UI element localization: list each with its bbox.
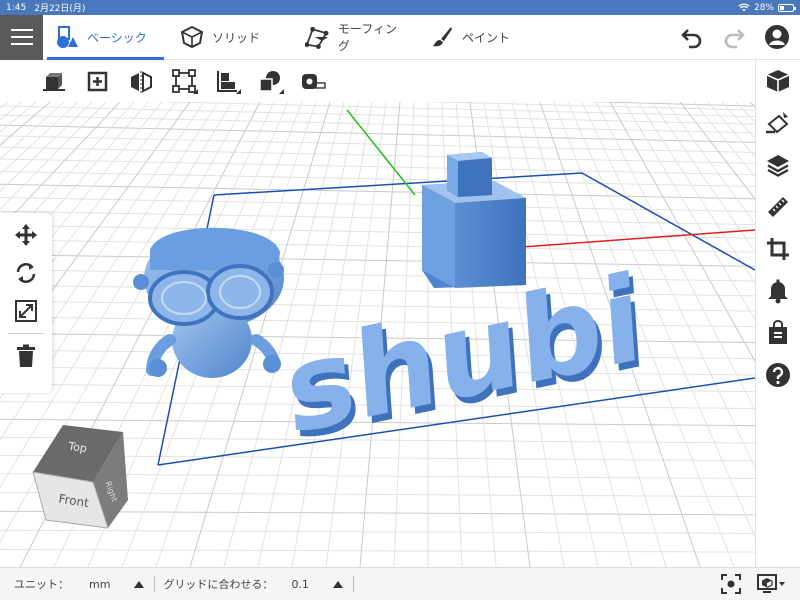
focus-icon[interactable] [720,573,742,595]
paint-bucket-icon [766,112,789,134]
view-cube[interactable]: Top Front Right [28,420,138,530]
layers-button[interactable] [761,148,795,182]
tab-basic[interactable]: ベーシック [43,15,168,60]
crop-button[interactable] [761,232,795,266]
wifi-icon [738,3,750,12]
tab-basic-label: ベーシック [87,30,147,45]
import-tool[interactable] [40,66,70,96]
help-icon [766,363,790,387]
unit-label: ユニット： [14,578,69,591]
scale-tool[interactable] [9,295,43,327]
hamburger-menu-button[interactable] [0,14,43,60]
shopping-bag-icon [769,320,787,344]
add-box-icon [87,71,108,92]
status-bar: 1:45 2月22日(月) 28% [0,0,800,15]
tape-measure-icon [302,74,326,89]
battery-icon [778,3,796,12]
bell-icon [768,279,788,304]
mirror-tool[interactable] [126,66,156,96]
tab-solid-label: ソリッド [212,30,261,45]
align-tool[interactable] [212,66,242,96]
cube-icon [766,70,790,92]
view-mode-icon[interactable] [756,573,786,595]
bottom-bar: ユニット： mm グリッドに合わせる： 0.1 [0,567,800,600]
crop-icon [767,238,789,260]
undo-icon[interactable] [680,25,704,49]
move-tool[interactable] [9,219,43,251]
battery-percent: 28% [753,2,774,13]
paintbrush-icon [433,27,452,47]
unit-value[interactable]: mm [89,578,110,591]
ruler-button[interactable] [761,190,795,224]
unit-dropdown-icon[interactable] [134,580,145,588]
grid-snap-value[interactable]: 0.1 [291,578,309,591]
y-axis [346,109,416,196]
grid-snap-label: グリッドに合わせる： [163,578,274,591]
layers-icon [767,155,789,177]
redo-icon[interactable] [722,25,746,49]
rotate-tool[interactable] [9,257,43,289]
move-arrows-icon [15,224,37,246]
add-shape-tool[interactable] [83,66,113,96]
group-tool[interactable] [255,66,285,96]
trash-icon [17,344,35,367]
ruler-icon [768,197,788,217]
import-icon [43,73,65,91]
help-button[interactable] [761,358,795,392]
x-axis [521,229,755,248]
edit-toolbar [40,60,328,102]
tab-morph[interactable]: モーフィング [293,15,418,60]
notifications-button[interactable] [761,274,795,308]
scale-icon [15,300,37,322]
delete-tool[interactable] [9,340,43,372]
view-cube-top[interactable]: Top [67,440,88,456]
bottom-divider [154,576,156,592]
box-model[interactable] [422,152,526,288]
rotate-icon [16,263,36,283]
status-date: 2月22日(月) [34,4,86,14]
bottom-divider-2 [352,576,354,592]
shapes-icon [57,26,78,48]
account-icon[interactable] [764,24,790,50]
mirror-icon [131,71,152,93]
status-time: 1:45 [6,2,27,13]
polyhedron-icon [180,25,204,49]
top-bar: ベーシック ソリッド モーフィング ペイント [0,14,800,60]
toolbar-divider [8,333,44,334]
object-panel-button[interactable] [761,64,795,98]
transform-toolbar [0,213,52,393]
bounding-box-tool[interactable] [169,66,199,96]
material-button[interactable] [761,106,795,140]
tab-paint[interactable]: ペイント [418,15,528,60]
export-button[interactable] [761,316,795,350]
character-model[interactable] [133,227,284,378]
tab-solid[interactable]: ソリッド [168,15,293,60]
tab-morph-label: モーフィング [337,22,397,53]
right-sidebar [755,60,800,567]
measure-tool[interactable] [298,66,328,96]
morph-icon [305,26,329,49]
grid-snap-dropdown-icon[interactable] [332,580,343,588]
3d-viewport[interactable]: shubi shubi Top Front Right [0,102,755,567]
tab-paint-label: ペイント [462,30,511,45]
